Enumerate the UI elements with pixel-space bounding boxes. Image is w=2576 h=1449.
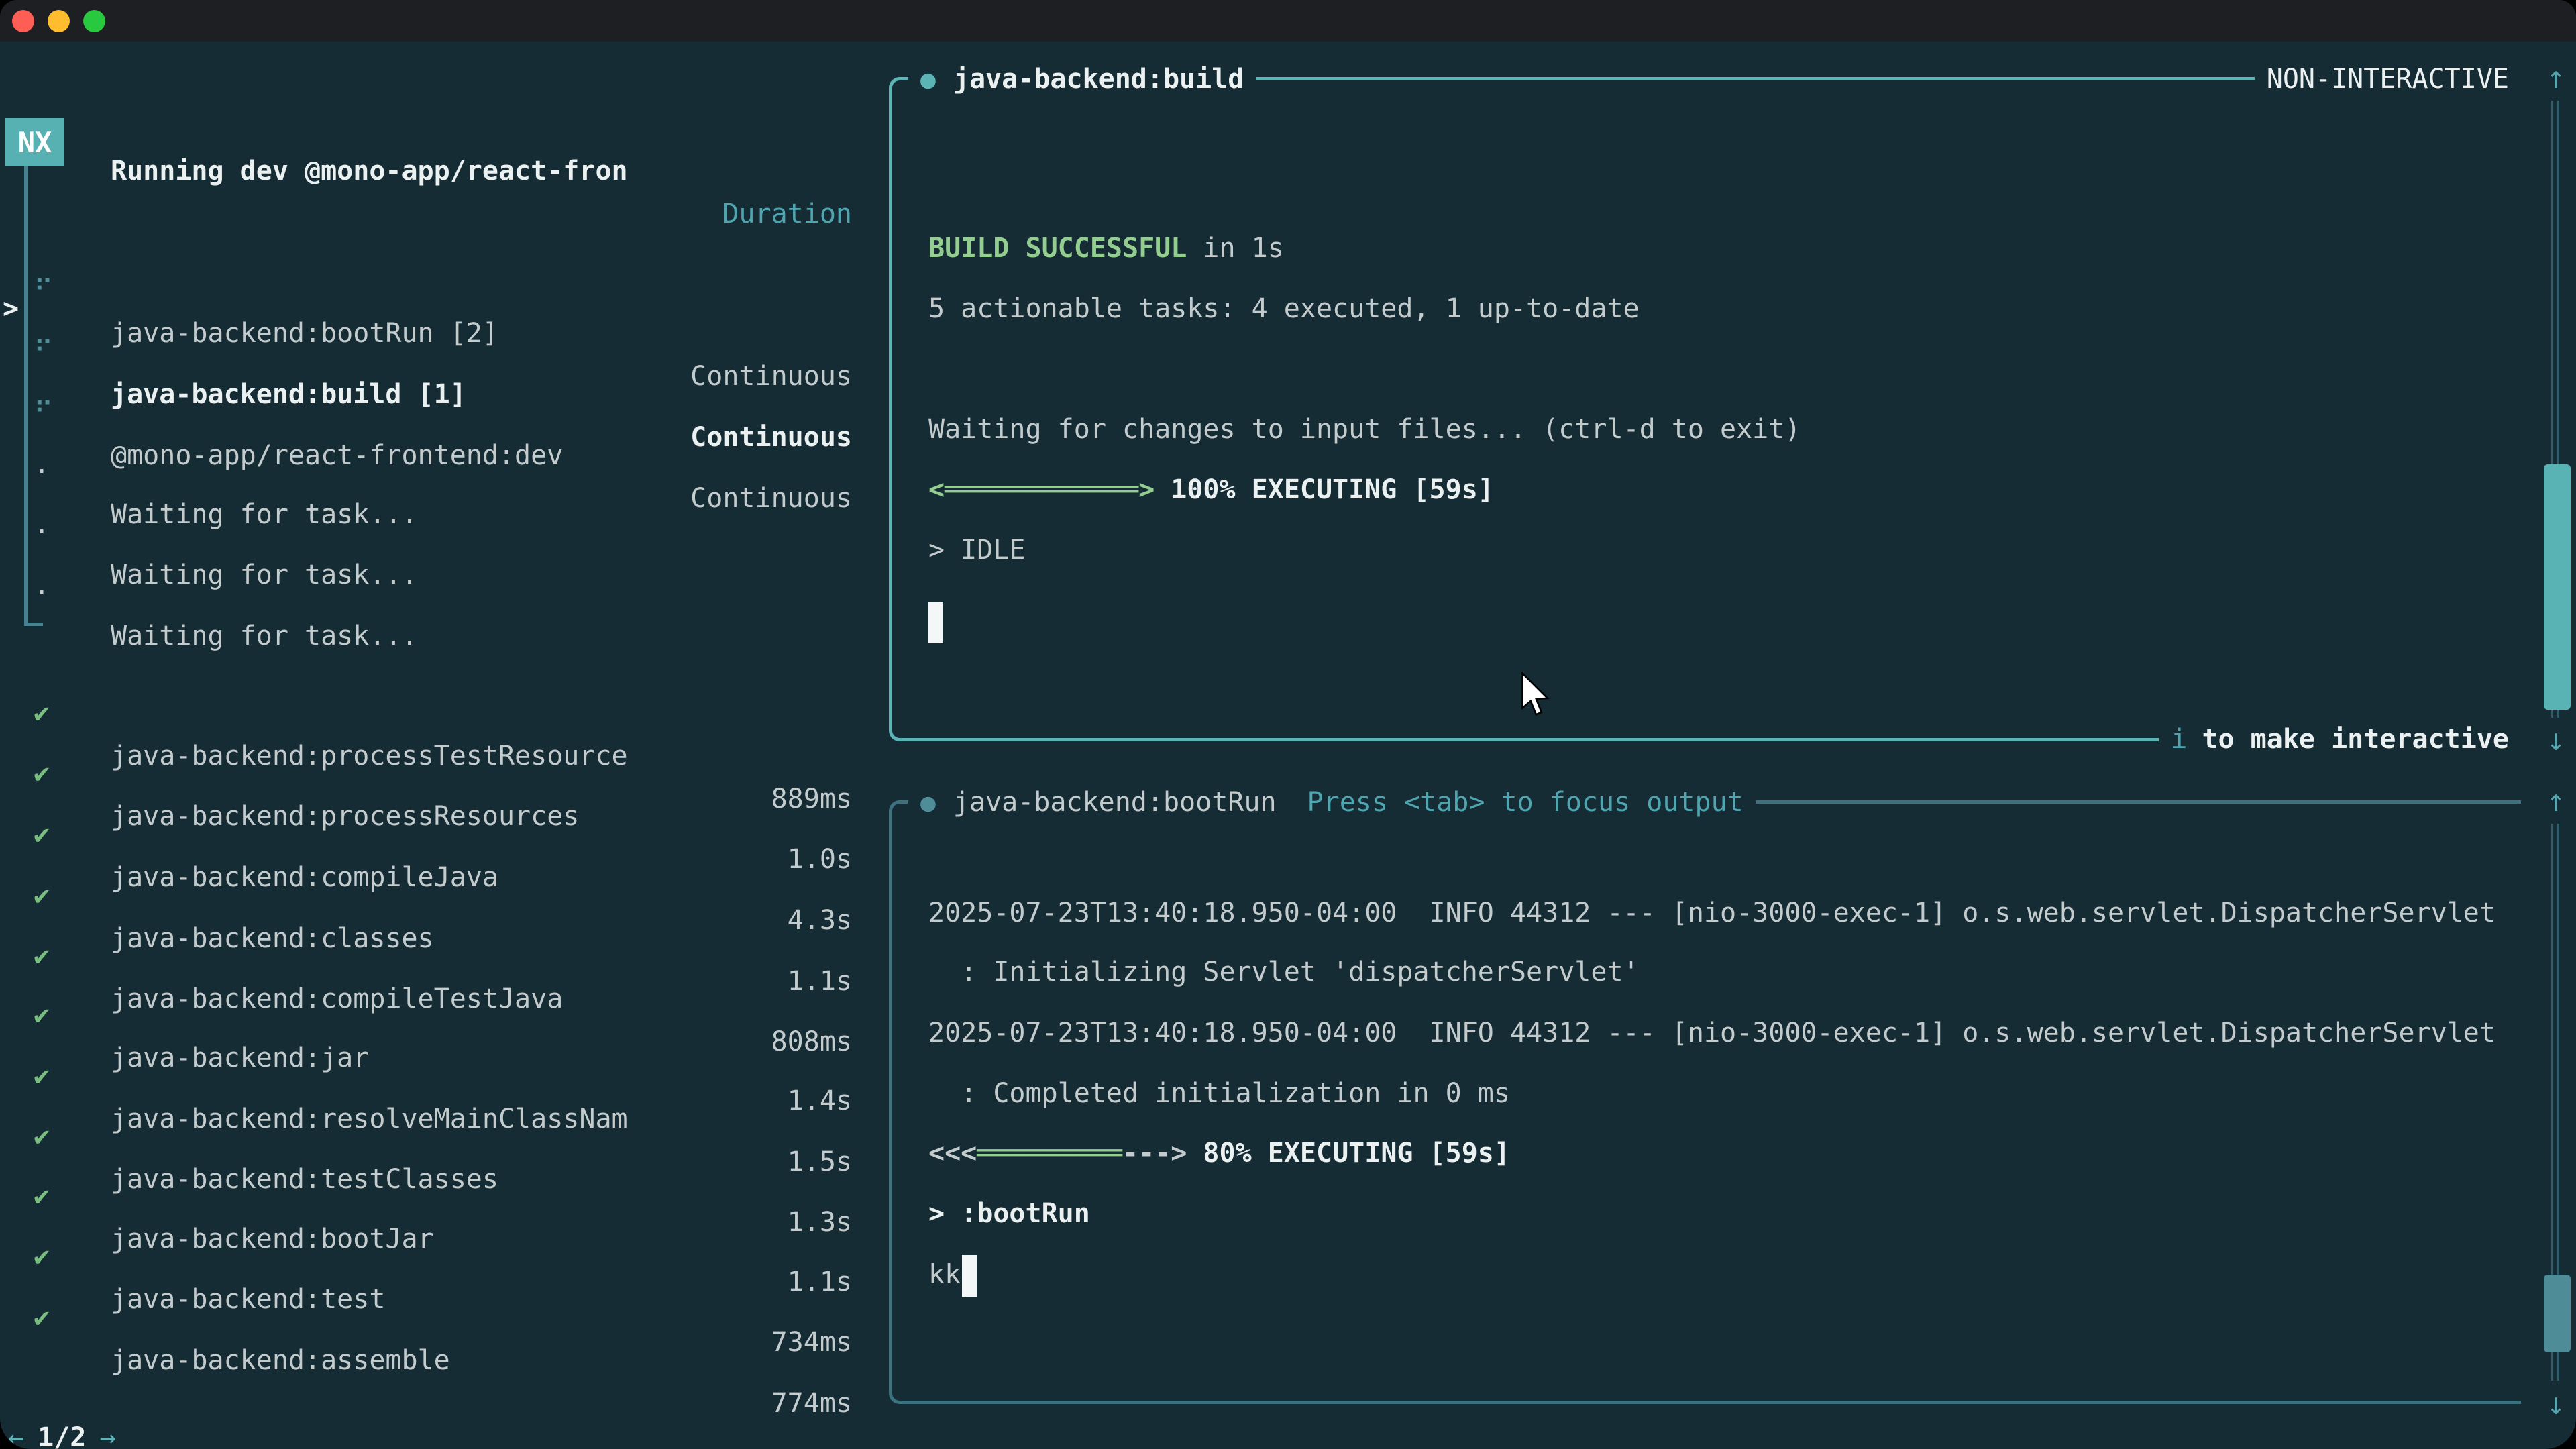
- build-panel-header: ● java-backend:build NON-INTERACTIVE: [908, 58, 2521, 101]
- task-row-completed[interactable]: ✔ java-backend:processResources 1.0s: [0, 709, 852, 752]
- task-row-completed[interactable]: ✔ java-backend:assemble 774ms: [0, 1253, 852, 1296]
- task-row-waiting[interactable]: · Waiting for task...: [0, 468, 852, 511]
- minimize-button[interactable]: [48, 10, 70, 32]
- task-row-completed[interactable]: ✔ java-backend:compileTestJava 808ms: [0, 892, 852, 934]
- focus-output-hint: Press <tab> to focus output: [1307, 781, 1743, 824]
- task-status-dot-icon: ●: [920, 58, 936, 101]
- non-interactive-badge: NON-INTERACTIVE: [2267, 58, 2509, 101]
- build-progress-line: <════════════> 100% EXECUTING [59s]: [928, 468, 1494, 511]
- build-log-line: BUILD SUCCESSFUL in 1s: [928, 227, 1284, 270]
- scroll-down-arrow[interactable]: ↓: [2537, 718, 2575, 761]
- scrollbar-thumb[interactable]: [2544, 464, 2571, 710]
- terminal-cursor: [928, 602, 943, 643]
- task-row-completed[interactable]: ✔ java-backend:bootJar 1.1s: [0, 1132, 852, 1175]
- scroll-up-arrow[interactable]: ↑: [2537, 779, 2575, 822]
- task-row-completed[interactable]: ✔ java-backend:testClasses 1.3s: [0, 1072, 852, 1115]
- task-row-completed[interactable]: ✔ java-backend:compileJava 4.3s: [0, 770, 852, 813]
- progress-bar-100: <════════════>: [928, 474, 1155, 505]
- progress-bar-80: ═════════: [977, 1138, 1122, 1169]
- task-row-selected[interactable]: ⠋ java-backend:build [1] Continuous: [0, 287, 852, 330]
- zoom-button[interactable]: [83, 10, 105, 32]
- bootrun-log-line: : Completed initialization in 0 ms: [928, 1072, 1510, 1115]
- close-button[interactable]: [12, 10, 34, 32]
- task-row-completed[interactable]: ✔ java-backend:processTestResource 889ms: [0, 649, 852, 692]
- scroll-up-arrow[interactable]: ↑: [2537, 56, 2575, 99]
- sidebar-footer: ←1/2→ quit:qhelp:?: [0, 1373, 852, 1416]
- bootrun-panel-title: java-backend:bootRun: [953, 781, 1277, 824]
- bootrun-log-line: : Initializing Servlet 'dispatcherServle…: [928, 951, 1640, 994]
- scrollbar-thumb[interactable]: [2544, 1275, 2571, 1352]
- build-log-line: > IDLE: [928, 529, 1026, 572]
- build-panel-title: java-backend:build: [953, 58, 1244, 101]
- terminal-cursor: [962, 1255, 977, 1297]
- task-row-waiting[interactable]: · Waiting for task...: [0, 529, 852, 572]
- sidebar-header: Running dev @mono-app/react-fron Duratio…: [0, 107, 852, 150]
- task-row-waiting[interactable]: · Waiting for task...: [0, 407, 852, 450]
- terminal-window: NX Running dev @mono-app/react-fron Dura…: [0, 0, 2576, 1449]
- task-row-completed[interactable]: ✔ java-backend:resolveMainClassNam 1.5s: [0, 1012, 852, 1055]
- bootrun-input-line[interactable]: kk: [928, 1253, 961, 1296]
- task-row-completed[interactable]: ✔ java-backend:classes 1.1s: [0, 831, 852, 874]
- bootrun-log-line: 2025-07-23T13:40:18.950-04:00 INFO 44312…: [928, 1012, 2496, 1055]
- task-status-dot-icon: ●: [920, 781, 936, 824]
- check-icon: ✔: [34, 1296, 50, 1339]
- window-titlebar: [0, 0, 2576, 42]
- bootrun-progress-line: <<<═════════---> 80% EXECUTING [59s]: [928, 1132, 1510, 1175]
- task-row-completed[interactable]: ✔ java-backend:test 734ms: [0, 1192, 852, 1235]
- task-row[interactable]: ⠋ java-backend:bootRun [2] Continuous: [0, 226, 852, 269]
- bullet-icon: ·: [34, 572, 50, 614]
- bootrun-log-line: > :bootRun: [928, 1192, 1090, 1235]
- sidebar-title: Running dev @mono-app/react-fron: [111, 150, 628, 193]
- interactive-hint-key: i: [2171, 718, 2187, 761]
- task-duration: 734ms: [771, 1321, 852, 1364]
- bootrun-log-line: 2025-07-23T13:40:18.950-04:00 INFO 44312…: [928, 892, 2496, 934]
- task-row-completed[interactable]: ✔ java-backend:jar 1.4s: [0, 951, 852, 994]
- scroll-down-arrow[interactable]: ↓: [2537, 1382, 2575, 1425]
- task-row[interactable]: ⠋ @mono-app/react-frontend:dev Continuou…: [0, 348, 852, 391]
- mouse-cursor: [1520, 672, 1551, 720]
- bootrun-panel-header: ● java-backend:bootRun Press <tab> to focu…: [908, 781, 2521, 824]
- page-next-arrow[interactable]: →: [99, 1422, 115, 1449]
- build-panel-footer: i to make interactive: [908, 718, 2521, 761]
- page-prev-arrow[interactable]: ←: [8, 1422, 24, 1449]
- page-indicator: 1/2: [38, 1422, 86, 1449]
- build-log-line: 5 actionable tasks: 4 executed, 1 up-to-…: [928, 287, 1640, 330]
- interactive-hint-text: to make interactive: [2202, 718, 2509, 761]
- build-log-line: Waiting for changes to input files... (c…: [928, 408, 1801, 451]
